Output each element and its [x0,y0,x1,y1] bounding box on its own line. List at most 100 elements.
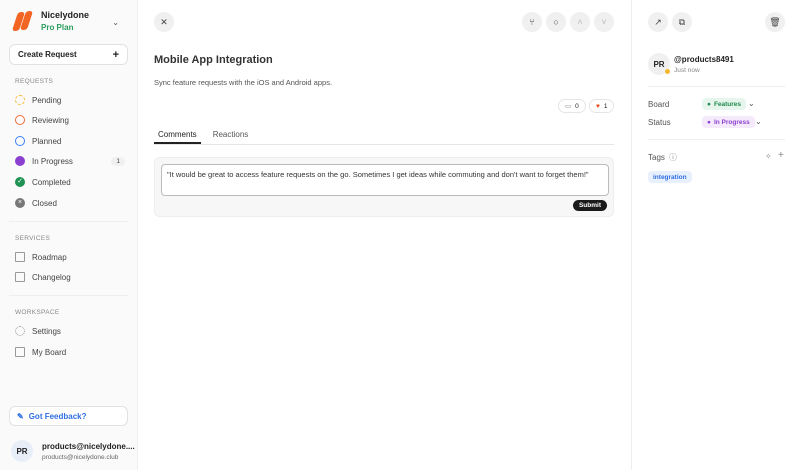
request-detail: ✕ ⑂ ○ ˄ ˅ Mobile App Integration Sync fe… [138,0,630,470]
roadmap-icon [15,252,25,262]
details-panel: ↗ ⧉ 🗑 PR @products8491 Just now Board ● F… [631,0,800,470]
plus-icon: + [112,48,119,61]
org-name: Nicelydone [41,10,90,20]
label: In Progress [32,156,73,166]
sparkle-icon[interactable]: ✧ [765,152,772,161]
author-name[interactable]: @products8491 [674,55,734,64]
previous-button[interactable]: ˄ [570,12,590,32]
avatar: PR [11,440,33,462]
tabs: Comments Reactions [154,128,614,145]
reviewing-icon [15,115,25,125]
sidebar-item-completed[interactable]: ✓ Completed [15,177,125,187]
gear-icon [15,326,25,336]
info-icon[interactable]: ⓘ [669,152,677,163]
board-label: Board [648,100,670,109]
sidebar-item-closed[interactable]: × Closed [15,198,125,208]
reaction-count[interactable]: ♥ 1 [589,99,615,113]
status-value: In Progress [713,118,750,126]
label: Settings [32,326,61,336]
copy-icon: ⧉ [678,16,686,27]
timestamp: Just now [674,67,700,74]
comment-icon: ▭ [565,103,572,110]
changelog-icon [15,272,25,282]
feedback-label: Got Feedback? [28,411,87,421]
label: Changelog [32,272,71,282]
divider [648,86,785,87]
chevron-up-icon: ˄ [577,17,583,27]
label: Pending [32,95,62,105]
status-label: Status [648,118,671,127]
add-tag-button[interactable]: + [778,150,784,161]
sidebar-item-in-progress[interactable]: In Progress 1 [15,156,125,166]
comment-composer: "It would be great to access feature req… [154,157,614,217]
chevron-down-icon[interactable]: ⌄ [755,117,762,126]
trash-icon: 🗑 [769,16,781,27]
label: Completed [32,177,71,187]
divider [648,139,785,140]
sidebar-item-reviewing[interactable]: Reviewing [15,115,125,125]
count: 1 [603,102,608,110]
sidebar-item-pending[interactable]: Pending [15,95,125,105]
count-badge: 1 [111,156,125,166]
x-circle-icon: × [15,198,25,208]
tags-label: Tags [648,153,665,162]
label: Closed [32,198,57,208]
search-icon: ○ [553,17,559,27]
submit-button[interactable]: Submit [572,200,607,211]
merge-icon: ⑂ [529,17,535,27]
sidebar-item-roadmap[interactable]: Roadmap [15,252,125,262]
divider [9,295,128,296]
external-link-icon: ↗ [654,16,662,27]
count: 0 [575,102,579,110]
create-request-button[interactable]: Create Request + [9,44,128,65]
nicelydone-logo [11,11,34,31]
user-email: products@nicelydone.club [42,453,119,461]
close-icon: ✕ [160,16,168,27]
check-circle-icon: ✓ [15,177,25,187]
tab-reactions[interactable]: Reactions [209,128,253,144]
chevron-down-icon: ˅ [601,17,607,27]
label: My Board [32,347,67,357]
tag-badge[interactable]: integration [648,171,692,183]
tab-comments[interactable]: Comments [154,128,201,144]
close-button[interactable]: ✕ [154,12,174,32]
user-menu[interactable]: PR products@nicelydone.... products@nice… [11,440,135,462]
status-dot [665,69,670,74]
comment-count[interactable]: ▭ 0 [558,99,586,113]
sidebar-item-my-board[interactable]: My Board [15,347,125,357]
workspace-heading: WORKSPACE [15,309,60,316]
sparkle-icon: ✎ [17,411,24,421]
chevron-down-icon[interactable]: ⌄ [748,99,755,108]
sidebar: Nicelydone Pro Plan ⌄ Create Request + RE… [0,0,138,470]
services-heading: SERVICES [15,235,51,242]
comment-input[interactable]: "It would be great to access feature req… [161,164,609,196]
delete-button[interactable]: 🗑 [765,12,785,32]
label: Reviewing [32,115,69,125]
sidebar-item-settings[interactable]: Settings [15,326,125,336]
pending-icon [15,95,25,105]
clock-icon [15,136,25,146]
create-request-label: Create Request [18,50,77,59]
org-switcher[interactable]: Nicelydone Pro Plan [11,10,90,32]
plan-name: Pro Plan [41,23,74,32]
heart-icon: ♥ [596,102,600,110]
label: Planned [32,136,62,146]
label: Roadmap [32,252,67,262]
page-title: Mobile App Integration [154,54,273,66]
open-external-button[interactable]: ↗ [648,12,668,32]
merge-button[interactable]: ⑂ [522,12,542,32]
next-button[interactable]: ˅ [594,12,614,32]
chevron-down-icon[interactable]: ⌄ [112,18,119,27]
requests-heading: REQUESTS [15,78,54,85]
in-progress-icon [15,156,25,166]
board-select[interactable]: ● Features [702,98,747,110]
sidebar-item-changelog[interactable]: Changelog [15,272,125,282]
user-name: products@nicelydone.... [42,441,135,451]
duplicate-button[interactable]: ⧉ [672,12,692,32]
search-button[interactable]: ○ [546,12,566,32]
divider [9,221,128,222]
status-select[interactable]: ● In Progress [702,116,755,128]
feedback-button[interactable]: ✎ Got Feedback? [9,406,128,426]
board-icon [15,347,25,357]
sidebar-item-planned[interactable]: Planned [15,136,125,146]
